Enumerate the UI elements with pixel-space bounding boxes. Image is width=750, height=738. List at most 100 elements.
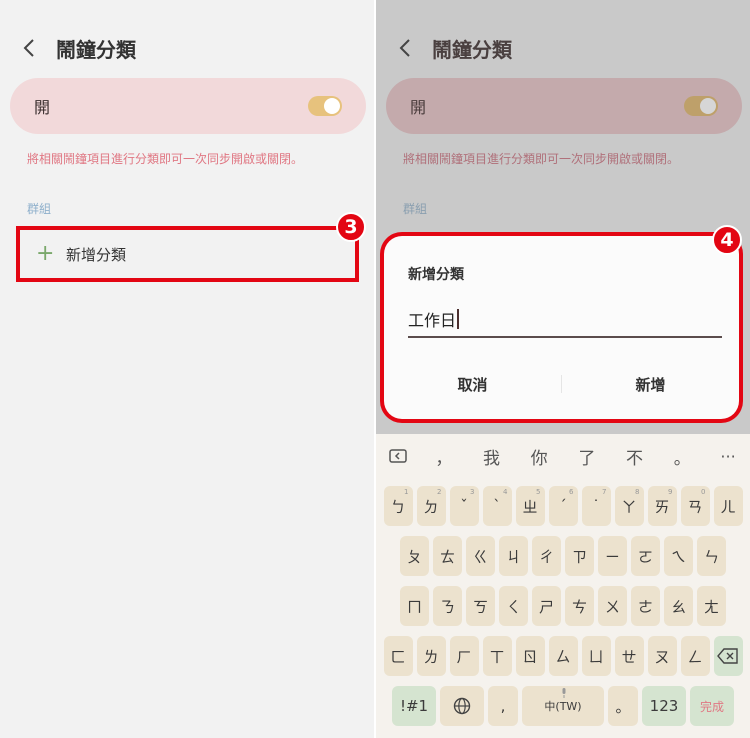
back-button[interactable]: [22, 28, 48, 68]
page-title: 鬧鐘分類: [56, 37, 136, 62]
key-label: ㄛ: [637, 547, 653, 566]
key[interactable]: ㄉ2: [416, 486, 446, 526]
key[interactable]: ㄎ: [466, 586, 495, 626]
numbers-key[interactable]: 123: [642, 686, 686, 726]
key[interactable]: ˙ 7: [581, 486, 611, 526]
key-label: ㄜ: [637, 597, 653, 616]
key[interactable]: ㄨ: [598, 586, 627, 626]
key[interactable]: ˊ6: [548, 486, 578, 526]
add-category-dialog: 新增分類 工作日 取消 新增: [384, 236, 739, 419]
key-label: ˊ: [559, 497, 567, 515]
key-label: ㄎ: [472, 597, 488, 616]
key[interactable]: ㄤ: [697, 586, 726, 626]
key[interactable]: ㄌ: [416, 636, 446, 676]
add-button[interactable]: 新增: [562, 374, 739, 395]
suggestion-word[interactable]: ，: [420, 444, 468, 469]
step-badge-3: 3: [336, 212, 366, 242]
back-button[interactable]: [398, 28, 424, 68]
toggle-switch[interactable]: [308, 96, 342, 116]
suggestion-bar: ， 我 你 了 不 。 ···: [376, 434, 750, 478]
dialog-buttons: 取消 新增: [384, 364, 739, 404]
input-value: 工作日: [408, 311, 457, 330]
key[interactable]: ㄑ: [499, 586, 528, 626]
key[interactable]: ˋ4: [482, 486, 512, 526]
suggestion-word[interactable]: 。: [658, 444, 706, 469]
group-section-label: 群組: [403, 202, 428, 216]
key[interactable]: ㄢ0: [680, 486, 710, 526]
suggestion-word[interactable]: 你: [515, 444, 563, 469]
key[interactable]: ㄒ: [482, 636, 512, 676]
backspace-key[interactable]: [713, 636, 743, 676]
key[interactable]: ㄚ8: [614, 486, 644, 526]
collapse-toolbar-button[interactable]: [376, 449, 420, 463]
key[interactable]: ㄥ: [680, 636, 710, 676]
key[interactable]: ㄏ: [449, 636, 479, 676]
cancel-button[interactable]: 取消: [384, 374, 561, 395]
key-hint: 9: [668, 488, 673, 496]
category-name-input[interactable]: 工作日: [408, 302, 722, 338]
key[interactable]: ㄊ: [433, 536, 462, 576]
key[interactable]: ㄕ: [532, 586, 561, 626]
done-key[interactable]: 完成: [690, 686, 734, 726]
key-hint: 2: [437, 488, 442, 496]
key[interactable]: ㄜ: [631, 586, 660, 626]
key[interactable]: ㄩ: [581, 636, 611, 676]
key[interactable]: ㄟ: [664, 536, 693, 576]
more-dots-icon: ···: [720, 446, 736, 466]
key[interactable]: ㄦ: [713, 486, 743, 526]
key[interactable]: ㄡ: [647, 636, 677, 676]
backspace-icon: [717, 648, 738, 664]
key[interactable]: ㄗ: [565, 536, 594, 576]
zhuyin-keyboard: ， 我 你 了 不 。 ··· ㄅ 1 ㄉ 2 ˇ 3 ˋ 4 ㄓ 5 ˊ 6 ˙ 7 ㄚ 8 ㄞ 9 ㄢ 0 ㄦ ㄆㄊ…: [376, 434, 750, 738]
key[interactable]: ㄛ: [631, 536, 660, 576]
space-key[interactable]: 中(TW): [522, 686, 604, 726]
key[interactable]: ㄐ: [499, 536, 528, 576]
key[interactable]: ㄋ: [433, 586, 462, 626]
toggle-label: 開: [34, 98, 51, 117]
key-label: ㄓ: [522, 497, 538, 516]
suggestion-word[interactable]: 我: [468, 444, 516, 469]
master-toggle-row[interactable]: 開: [386, 78, 742, 134]
key[interactable]: ㄈ: [383, 636, 413, 676]
key[interactable]: ㄝ: [614, 636, 644, 676]
key-label: ㄍ: [472, 547, 488, 566]
key-label: ㄨ: [604, 597, 620, 616]
more-options-button[interactable]: ···: [706, 447, 750, 466]
key[interactable]: ㄅ1: [383, 486, 413, 526]
dialog-title: 新增分類: [408, 267, 464, 283]
key[interactable]: ㄧ: [598, 536, 627, 576]
microphone-icon: [562, 688, 566, 698]
key-label: ㄇ: [406, 597, 422, 616]
right-screen: 鬧鐘分類 開 將相關鬧鐘項目進行分類即可一次同步開啟或關閉。 群組 新增分類 工…: [376, 0, 750, 738]
text-cursor: [457, 309, 460, 329]
key-label: ㄑ: [505, 597, 521, 616]
key[interactable]: ㄘ: [565, 586, 594, 626]
key-label: ㄘ: [571, 597, 587, 616]
period-key[interactable]: 。: [608, 686, 638, 726]
comma-key[interactable]: ,: [488, 686, 518, 726]
key[interactable]: ㄠ: [664, 586, 693, 626]
key[interactable]: ㄞ9: [647, 486, 677, 526]
key[interactable]: ㄍ: [466, 536, 495, 576]
toggle-label: 開: [410, 98, 427, 117]
key[interactable]: ˇ3: [449, 486, 479, 526]
language-key[interactable]: [440, 686, 484, 726]
add-category-button[interactable]: + 新增分類: [16, 226, 359, 282]
key-label: ㄋ: [439, 597, 455, 616]
key[interactable]: ㄣ: [697, 536, 726, 576]
master-toggle-row[interactable]: 開: [10, 78, 366, 134]
toggle-switch[interactable]: [684, 96, 718, 116]
key[interactable]: ㄖ: [515, 636, 545, 676]
key[interactable]: ㄆ: [400, 536, 429, 576]
symbols-key[interactable]: !#1: [392, 686, 436, 726]
plus-icon: +: [36, 241, 55, 266]
key-label: ㄖ: [522, 647, 538, 666]
key-label: ㄆ: [406, 547, 422, 566]
key-label: ㄢ: [687, 497, 703, 516]
key[interactable]: ㄇ: [400, 586, 429, 626]
key[interactable]: ㄓ5: [515, 486, 545, 526]
key[interactable]: ㄙ: [548, 636, 578, 676]
suggestion-word[interactable]: 了: [563, 444, 611, 469]
key[interactable]: ㄔ: [532, 536, 561, 576]
suggestion-word[interactable]: 不: [611, 444, 659, 469]
